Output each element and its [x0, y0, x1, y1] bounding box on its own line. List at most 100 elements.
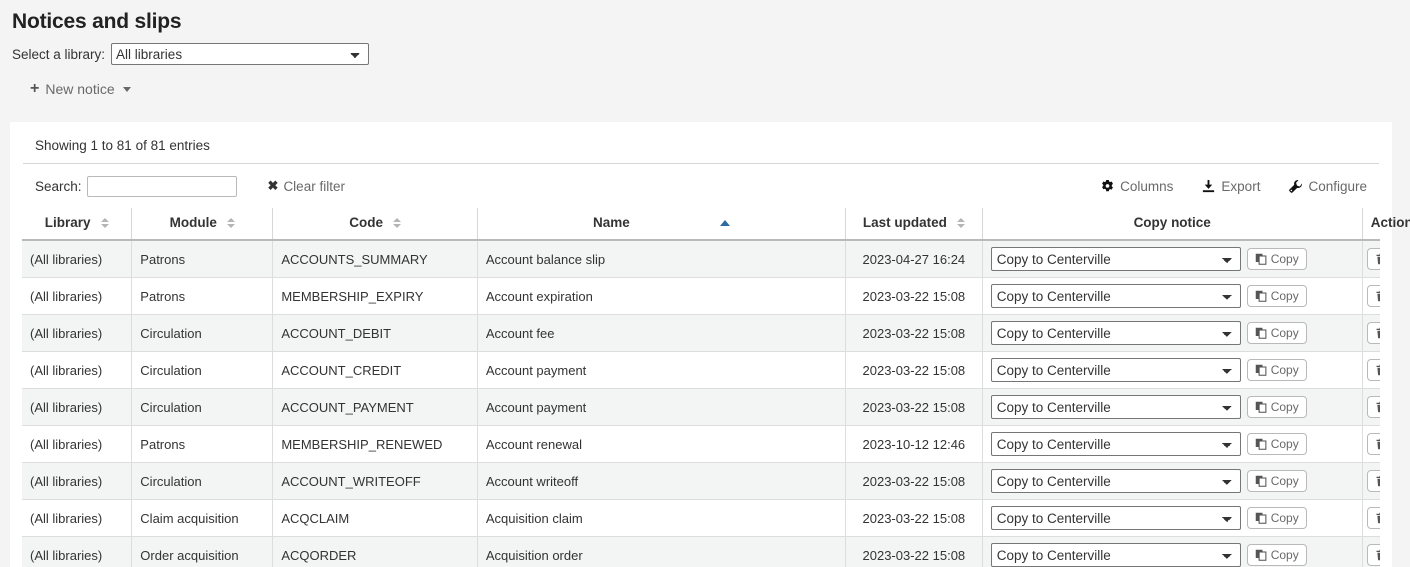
delete-button[interactable]: Delete [1367, 359, 1380, 381]
notices-table: Library Module Code [22, 208, 1380, 567]
cell-code: ACCOUNTS_SUMMARY [273, 240, 478, 278]
copy-icon [1255, 327, 1267, 339]
copy-button[interactable]: Copy [1247, 285, 1307, 307]
copy-icon [1255, 401, 1267, 413]
delete-button[interactable]: Delete [1367, 470, 1380, 492]
trash-icon [1375, 364, 1380, 376]
library-selector-row: Select a library: All libraries [0, 34, 1410, 65]
column-header-actions: Actions [1362, 208, 1380, 240]
copy-notice-select[interactable]: Copy to Centerville [991, 321, 1241, 345]
download-icon [1201, 179, 1216, 194]
copy-button[interactable]: Copy [1247, 322, 1307, 344]
cell-library: (All libraries) [22, 315, 132, 352]
delete-button[interactable]: Delete [1367, 433, 1380, 455]
plus-icon: + [30, 81, 39, 97]
cell-code: ACQCLAIM [273, 500, 478, 537]
sort-both-icon [227, 218, 235, 228]
clear-filter-label: Clear filter [283, 179, 345, 194]
column-header-name-label: Name [593, 215, 630, 230]
new-notice-button[interactable]: + New notice [26, 79, 135, 99]
cell-library: (All libraries) [22, 352, 132, 389]
cell-module: Circulation [132, 389, 273, 426]
notices-and-slips-page: Notices and slips Select a library: All … [0, 0, 1410, 567]
column-header-copy-notice: Copy notice [982, 208, 1362, 240]
sort-both-icon [957, 218, 965, 228]
column-header-library[interactable]: Library [22, 208, 132, 240]
table-row: (All libraries)PatronsMEMBERSHIP_EXPIRYA… [22, 278, 1380, 315]
new-notice-label: New notice [45, 81, 114, 97]
cell-last-updated: 2023-03-22 15:08 [846, 389, 983, 426]
column-header-copy-notice-label: Copy notice [1134, 215, 1211, 230]
cell-code: ACCOUNT_PAYMENT [273, 389, 478, 426]
copy-icon [1255, 364, 1267, 376]
copy-button[interactable]: Copy [1247, 507, 1307, 529]
delete-button[interactable]: Delete [1367, 285, 1380, 307]
copy-icon [1255, 438, 1267, 450]
copy-notice-select[interactable]: Copy to Centerville [991, 358, 1241, 382]
export-button[interactable]: Export [1198, 177, 1263, 196]
cell-code: MEMBERSHIP_EXPIRY [273, 278, 478, 315]
trash-icon [1375, 327, 1380, 339]
columns-button[interactable]: Columns [1097, 177, 1176, 196]
copy-notice-select[interactable]: Copy to Centerville [991, 247, 1241, 271]
trash-icon [1375, 438, 1380, 450]
library-select[interactable]: All libraries [111, 43, 369, 65]
delete-button[interactable]: Delete [1367, 507, 1380, 529]
cell-last-updated: 2023-03-22 15:08 [846, 352, 983, 389]
copy-notice-select[interactable]: Copy to Centerville [991, 506, 1241, 530]
cell-library: (All libraries) [22, 463, 132, 500]
cell-actions: EditDelete [1362, 500, 1380, 537]
cell-code: ACQORDER [273, 537, 478, 567]
cell-copy-notice: Copy to Centerville Copy [982, 278, 1362, 315]
trash-icon [1375, 549, 1380, 561]
table-row: (All libraries)PatronsACCOUNTS_SUMMARYAc… [22, 240, 1380, 278]
chevron-down-icon [123, 87, 131, 92]
sort-both-icon [393, 218, 401, 228]
delete-button[interactable]: Delete [1367, 396, 1380, 418]
copy-notice-select[interactable]: Copy to Centerville [991, 543, 1241, 567]
cell-name: Account payment [477, 352, 845, 389]
column-header-module[interactable]: Module [132, 208, 273, 240]
cell-copy-notice: Copy to Centerville Copy [982, 389, 1362, 426]
copy-button-label: Copy [1271, 511, 1299, 525]
search-input[interactable] [87, 176, 237, 197]
trash-icon [1375, 401, 1380, 413]
cell-library: (All libraries) [22, 500, 132, 537]
column-header-name[interactable]: Name [477, 208, 845, 240]
cell-module: Patrons [132, 278, 273, 315]
copy-button-label: Copy [1271, 474, 1299, 488]
columns-label: Columns [1120, 179, 1173, 194]
copy-notice-select[interactable]: Copy to Centerville [991, 284, 1241, 308]
delete-button[interactable]: Delete [1367, 248, 1380, 270]
cell-copy-notice: Copy to Centerville Copy [982, 500, 1362, 537]
copy-notice-select[interactable]: Copy to Centerville [991, 432, 1241, 456]
copy-button[interactable]: Copy [1247, 470, 1307, 492]
table-controls-bar: Search: ✖ Clear filter Columns Expor [22, 164, 1380, 208]
copy-button[interactable]: Copy [1247, 396, 1307, 418]
delete-button[interactable]: Delete [1367, 322, 1380, 344]
showing-entries-info: Showing 1 to 81 of 81 entries [22, 122, 1380, 163]
cell-actions: EditDelete [1362, 278, 1380, 315]
cell-actions: EditDelete [1362, 352, 1380, 389]
copy-button[interactable]: Copy [1247, 544, 1307, 566]
cell-last-updated: 2023-03-22 15:08 [846, 537, 983, 567]
copy-button[interactable]: Copy [1247, 433, 1307, 455]
copy-button[interactable]: Copy [1247, 359, 1307, 381]
close-icon: ✖ [268, 178, 279, 194]
clear-filter-button[interactable]: ✖ Clear filter [265, 176, 348, 196]
column-header-library-label: Library [45, 215, 91, 230]
delete-button[interactable]: Delete [1367, 544, 1380, 566]
copy-notice-select[interactable]: Copy to Centerville [991, 395, 1241, 419]
column-header-code[interactable]: Code [273, 208, 478, 240]
search-label: Search: [35, 179, 82, 194]
trash-icon [1375, 512, 1380, 524]
table-row: (All libraries)PatronsMEMBERSHIP_RENEWED… [22, 426, 1380, 463]
copy-button[interactable]: Copy [1247, 248, 1307, 270]
table-header-row: Library Module Code [22, 208, 1380, 240]
configure-button[interactable]: Configure [1285, 177, 1370, 196]
copy-notice-select[interactable]: Copy to Centerville [991, 469, 1241, 493]
gear-icon [1100, 179, 1115, 194]
copy-button-label: Copy [1271, 252, 1299, 266]
column-header-last-updated[interactable]: Last updated [846, 208, 983, 240]
cell-code: ACCOUNT_WRITEOFF [273, 463, 478, 500]
